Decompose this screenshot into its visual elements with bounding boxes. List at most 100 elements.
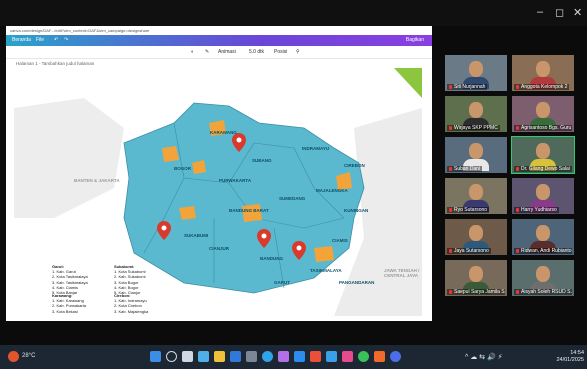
participant-tile[interactable]: Ridwan, Andi Rubianto: [512, 219, 574, 255]
participant-video: [469, 225, 483, 241]
redo-icon[interactable]: ↷: [64, 37, 68, 43]
map-label-tasikmalaya: TASIKMALAYA: [310, 268, 342, 273]
muted-mic-icon: [449, 125, 452, 130]
file-explorer-icon[interactable]: [214, 351, 225, 362]
participant-video: [469, 143, 483, 159]
system-tray[interactable]: ^ ☁ ⇆ 🔊 ⚡: [465, 353, 503, 361]
map-slide[interactable]: BANTEN & JAKARTA BOGOR KARAWANG SUBANG I…: [14, 68, 422, 316]
participant-name: Agrisantoso Bgs. Guru: [514, 125, 572, 131]
participant-video: [536, 225, 550, 241]
canva-file-menu[interactable]: File: [36, 37, 44, 43]
participant-video: [536, 184, 550, 200]
app-orange-icon[interactable]: [374, 351, 385, 362]
app-blue-icon[interactable]: [326, 351, 337, 362]
app-red-icon[interactable]: [310, 351, 321, 362]
participant-tile[interactable]: Ryo Sutarsono: [445, 178, 507, 214]
task-view-icon[interactable]: [182, 351, 193, 362]
zoom-window-titlebar: – ◻ ✕: [0, 0, 587, 26]
map-label-pangandaran: PANGANDARAN: [339, 280, 375, 285]
participant-tile[interactable]: Saepul Sarya Jamila Sa...: [445, 260, 507, 296]
store-icon[interactable]: [230, 351, 241, 362]
duration-button[interactable]: 5.0 dtk: [249, 49, 264, 55]
start-icon[interactable]: [150, 351, 161, 362]
participant-tile[interactable]: Aisyah Soleh RSUD S...: [512, 260, 574, 296]
maximize-button[interactable]: ◻: [555, 6, 564, 19]
map-label-cirebon: CIREBON: [344, 163, 365, 168]
province-shape: [123, 102, 365, 294]
participant-name: Saepul Sarya Jamila Sa...: [447, 289, 505, 295]
close-button[interactable]: ✕: [573, 6, 582, 19]
highlight-tasik: [314, 246, 334, 262]
clock-time: 14:54: [570, 350, 584, 356]
search-icon[interactable]: [166, 351, 177, 362]
whatsapp-icon[interactable]: [358, 351, 369, 362]
canva-topbar: Beranda File ↶ ↷ Bagikan: [6, 35, 432, 46]
participant-name-text: Anggota Kelompok 2: [521, 84, 568, 90]
participant-tile[interactable]: Wirjaya SKP PPMC: [445, 96, 507, 132]
edit-icon[interactable]: ✎: [205, 49, 209, 55]
participant-tile[interactable]: Agrisantoso Bgs. Guru: [512, 96, 574, 132]
animation-button[interactable]: Animasi: [218, 49, 236, 55]
legend-sukabumi: Sukabumi: 1. Kota Sukabumi 2. Kab. Sukab…: [114, 264, 146, 295]
widgets-icon[interactable]: [198, 351, 209, 362]
participant-video: [469, 102, 483, 118]
muted-mic-icon: [516, 248, 519, 253]
highlight-sukabumi: [179, 206, 196, 220]
map-label-central-java: JAWA TENGAH / CENTRAL JAVA: [384, 268, 420, 278]
browser-url[interactable]: canva.com/design/DAF.../edit?utm_content…: [10, 28, 149, 33]
participant-tile[interactable]: Harry Yudhiarso: [512, 178, 574, 214]
page-title: Halaman 1 - Tambahkan judul halaman: [16, 61, 95, 66]
participant-name: Aisyah Soleh RSUD S...: [514, 289, 572, 295]
zoom-icon[interactable]: [294, 351, 305, 362]
participant-tile[interactable]: Jaya Sutarsono: [445, 219, 507, 255]
legend-garut: Garut: 1. Kab. Garut 2. Kota Tasikmalaya…: [52, 264, 88, 295]
windows-taskbar: 28°C ^ ☁ ⇆ 🔊 ⚡ 14:54 24/01/2025: [0, 345, 587, 369]
muted-mic-icon: [449, 248, 452, 253]
legend-karawang: Karawang: 1. Kab. Karawang 2. Kab. Purwa…: [52, 293, 86, 314]
chrome-icon[interactable]: [390, 351, 401, 362]
participant-name-text: Aisyah Soleh RSUD S...: [521, 289, 572, 295]
map-label-sumedang: SUMEDANG: [279, 196, 306, 201]
map-label-indramayu: INDRAMAYU: [302, 146, 330, 151]
participant-name-text: Ryo Sutarsono: [454, 207, 488, 213]
participant-name: Ryo Sutarsono: [447, 207, 490, 213]
participant-name: Suban Dani: [447, 166, 483, 172]
participant-name: Jaya Sutarsono: [447, 248, 491, 254]
shared-screen: canva.com/design/DAF.../edit?utm_content…: [6, 26, 432, 321]
map-label-karawang: KARAWANG: [210, 130, 237, 135]
participant-tile[interactable]: Suban Dani: [445, 137, 507, 173]
muted-mic-icon: [516, 166, 519, 171]
clock[interactable]: 14:54 24/01/2025: [556, 350, 584, 364]
canva-home-link[interactable]: Beranda: [12, 37, 31, 43]
map-label-subang: SUBANG: [252, 158, 272, 163]
participant-name-text: Harry Yudhiarso: [521, 207, 557, 213]
map-label-ciamis: CIAMIS: [332, 238, 348, 243]
participant-video: [469, 266, 483, 282]
color-picker-icon[interactable]: ◐: [191, 49, 194, 55]
app-pink-icon[interactable]: [342, 351, 353, 362]
muted-mic-icon: [516, 84, 519, 89]
legend-cirebon: Cirebon: 1. Kab. Indramayu 2. Kota Cireb…: [114, 293, 148, 314]
position-button[interactable]: Posisi: [274, 49, 287, 55]
app-purple-icon[interactable]: [278, 351, 289, 362]
app-icon[interactable]: [246, 351, 257, 362]
participant-video: [536, 266, 550, 282]
map-label-banten: BANTEN & JAKARTA: [74, 178, 120, 183]
muted-mic-icon: [449, 166, 452, 171]
participant-video: [536, 143, 550, 159]
undo-icon[interactable]: ↶: [54, 37, 58, 43]
weather-text: 28°C: [22, 353, 36, 359]
paint-icon[interactable]: ⚲: [296, 49, 300, 55]
participant-name-text: Wirjaya SKP PPMC: [454, 125, 498, 131]
participant-video: [536, 102, 550, 118]
participant-name-text: Ridwan, Andi Rubianto: [521, 248, 572, 254]
canva-share-button[interactable]: Bagikan: [406, 37, 424, 43]
legend-item: 3. Kota Bekasi: [52, 308, 78, 314]
weather-icon[interactable]: [8, 351, 19, 362]
participant-tile[interactable]: Anggota Kelompok 2: [512, 55, 574, 91]
map-label-kuningan: KUNINGAN: [344, 208, 369, 213]
participant-tile[interactable]: Siti Nurjannah: [445, 55, 507, 91]
participant-tile[interactable]: Dr. Gilang Dewo Salai: [511, 136, 575, 174]
minimize-button[interactable]: –: [537, 6, 543, 18]
edge-icon[interactable]: [262, 351, 273, 362]
